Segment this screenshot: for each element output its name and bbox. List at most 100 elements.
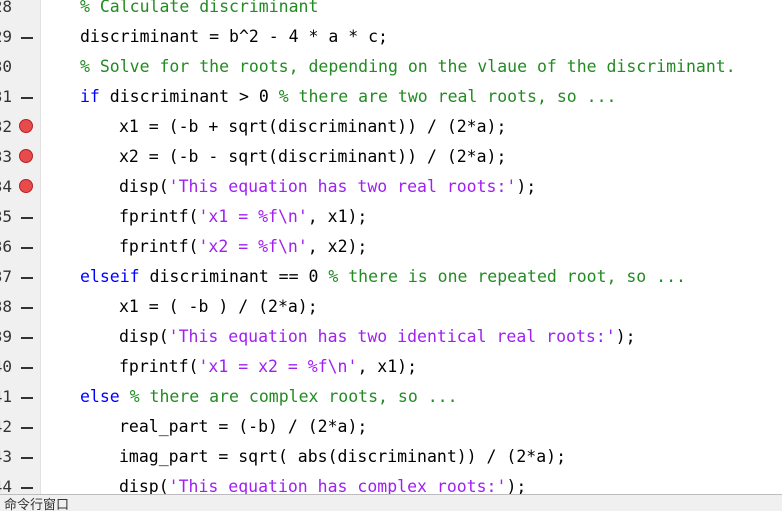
code-text[interactable]: disp('This equation has complex roots:')… [119, 472, 526, 494]
code-token-code [120, 387, 130, 406]
code-line[interactable]: 42 real_part = (-b) / (2*a); [0, 412, 782, 442]
line-number: 43 [0, 447, 12, 466]
code-line[interactable]: 31 if discriminant > 0 % there are two re… [0, 82, 782, 112]
code-line[interactable]: 28 % Calculate discriminant [0, 0, 782, 22]
code-text[interactable]: discriminant = b^2 - 4 * a * c; [80, 22, 388, 52]
code-token-string: 'x1 = %f\n' [198, 207, 308, 226]
line-number: 35 [0, 207, 12, 226]
code-token-code: x2 = (-b - sqrt(discriminant)) / (2*a); [119, 147, 507, 166]
code-token-comment: % there are complex roots, so ... [129, 387, 458, 406]
executable-line-marker-icon[interactable] [21, 367, 33, 369]
code-token-keyword: else [80, 387, 120, 406]
code-line[interactable]: 39 disp('This equation has two identical … [0, 322, 782, 352]
code-token-comment: % Calculate discriminant [80, 0, 319, 16]
code-token-code: disp( [119, 477, 169, 494]
code-text[interactable]: x1 = ( -b ) / (2*a); [119, 292, 318, 322]
code-text[interactable]: x2 = (-b - sqrt(discriminant)) / (2*a); [119, 142, 506, 172]
code-token-string: 'This equation has two identical real ro… [168, 327, 616, 346]
code-token-string: 'This equation has complex roots:' [168, 477, 507, 494]
code-token-code: real_part = (-b) / (2*a); [119, 417, 368, 436]
breakpoint-icon[interactable] [19, 179, 33, 193]
code-line[interactable]: 30 % Solve for the roots, depending on th… [0, 52, 782, 82]
code-line[interactable]: 38 x1 = ( -b ) / (2*a); [0, 292, 782, 322]
code-token-code: ); [516, 177, 537, 196]
code-token-code: disp( [119, 327, 169, 346]
code-line[interactable]: 37 elseif discriminant == 0 % there is on… [0, 262, 782, 292]
line-number: 28 [0, 0, 12, 16]
line-number: 29 [0, 27, 12, 46]
code-text[interactable]: real_part = (-b) / (2*a); [119, 412, 367, 442]
line-number: 31 [0, 87, 12, 106]
line-number: 41 [0, 387, 12, 406]
code-token-code: , x1); [307, 207, 368, 226]
code-token-comment: % there is one repeated root, so ... [328, 267, 686, 286]
code-text[interactable]: x1 = (-b + sqrt(discriminant)) / (2*a); [119, 112, 506, 142]
code-text[interactable]: fprintf('x2 = %f\n', x2); [119, 232, 367, 262]
code-text[interactable]: fprintf('x1 = %f\n', x1); [119, 202, 367, 232]
code-text[interactable]: if discriminant > 0 % there are two real… [80, 82, 616, 112]
code-line[interactable]: 44 disp('This equation has complex roots:… [0, 472, 782, 494]
command-window-bar[interactable]: 命令行窗口 [0, 494, 782, 513]
code-text[interactable]: disp('This equation has two real roots:'… [119, 172, 536, 202]
code-text[interactable]: else % there are complex roots, so ... [80, 382, 458, 412]
code-text[interactable]: disp('This equation has two identical re… [119, 322, 636, 352]
code-text[interactable]: fprintf('x1 = x2 = %f\n', x1); [119, 352, 417, 382]
executable-line-marker-icon[interactable] [21, 37, 33, 39]
code-line[interactable]: 41 else % there are complex roots, so ... [0, 382, 782, 412]
code-line[interactable]: 29 discriminant = b^2 - 4 * a * c; [0, 22, 782, 52]
code-line[interactable]: 43 imag_part = sqrt( abs(discriminant)) /… [0, 442, 782, 472]
code-text[interactable]: imag_part = sqrt( abs(discriminant)) / (… [119, 442, 566, 472]
breakpoint-icon[interactable] [19, 149, 33, 163]
code-token-code: imag_part = sqrt( abs(discriminant)) / (… [119, 447, 567, 466]
line-number: 39 [0, 327, 12, 346]
code-token-code: disp( [119, 177, 169, 196]
code-token-code: , x2); [307, 237, 368, 256]
executable-line-marker-icon[interactable] [21, 247, 33, 249]
code-token-comment: % Solve for the roots, depending on the … [80, 57, 736, 76]
line-number: 34 [0, 177, 12, 196]
code-token-string: 'x2 = %f\n' [198, 237, 308, 256]
code-editor[interactable]: 28 % Calculate discriminant 29 discriminant… [0, 0, 782, 494]
line-number: 38 [0, 297, 12, 316]
breakpoint-icon[interactable] [19, 119, 33, 133]
code-token-keyword: elseif [80, 267, 140, 286]
code-token-code: fprintf( [119, 207, 199, 226]
executable-line-marker-icon[interactable] [21, 277, 33, 279]
line-number: 44 [0, 477, 12, 494]
code-line[interactable]: 35 fprintf('x1 = %f\n', x1); [0, 202, 782, 232]
command-window-label: 命令行窗口 [4, 498, 70, 513]
code-token-code: discriminant > 0 [99, 87, 279, 106]
code-token-code: , x1); [357, 357, 418, 376]
code-line[interactable]: 33 x2 = (-b - sqrt(discriminant)) / (2*a)… [0, 142, 782, 172]
executable-line-marker-icon[interactable] [21, 457, 33, 459]
code-token-code: x1 = (-b + sqrt(discriminant)) / (2*a); [119, 117, 507, 136]
line-number: 32 [0, 117, 12, 136]
code-token-code: discriminant = b^2 - 4 * a * c; [80, 27, 388, 46]
executable-line-marker-icon[interactable] [21, 487, 33, 489]
line-number: 37 [0, 267, 12, 286]
code-text[interactable]: % Solve for the roots, depending on the … [80, 52, 736, 82]
executable-line-marker-icon[interactable] [21, 217, 33, 219]
code-token-string: 'This equation has two real roots:' [168, 177, 517, 196]
code-token-keyword: if [80, 87, 100, 106]
code-line[interactable]: 40 fprintf('x1 = x2 = %f\n', x1); [0, 352, 782, 382]
code-line[interactable]: 36 fprintf('x2 = %f\n', x2); [0, 232, 782, 262]
line-number: 42 [0, 417, 12, 436]
executable-line-marker-icon[interactable] [21, 97, 33, 99]
executable-line-marker-icon[interactable] [21, 427, 33, 429]
code-text[interactable]: % Calculate discriminant [80, 0, 318, 22]
line-number: 36 [0, 237, 12, 256]
code-text[interactable]: elseif discriminant == 0 % there is one … [80, 262, 686, 292]
code-line[interactable]: 34 disp('This equation has two real roots… [0, 172, 782, 202]
code-token-string: 'x1 = x2 = %f\n' [198, 357, 358, 376]
code-token-code: x1 = ( -b ) / (2*a); [119, 297, 318, 316]
line-number: 33 [0, 147, 12, 166]
line-number: 40 [0, 357, 12, 376]
executable-line-marker-icon[interactable] [21, 337, 33, 339]
code-token-comment: % there are two real roots, so ... [278, 87, 617, 106]
code-line[interactable]: 32 x1 = (-b + sqrt(discriminant)) / (2*a)… [0, 112, 782, 142]
executable-line-marker-icon[interactable] [21, 397, 33, 399]
line-number: 30 [0, 57, 12, 76]
code-token-code: fprintf( [119, 237, 199, 256]
executable-line-marker-icon[interactable] [21, 307, 33, 309]
